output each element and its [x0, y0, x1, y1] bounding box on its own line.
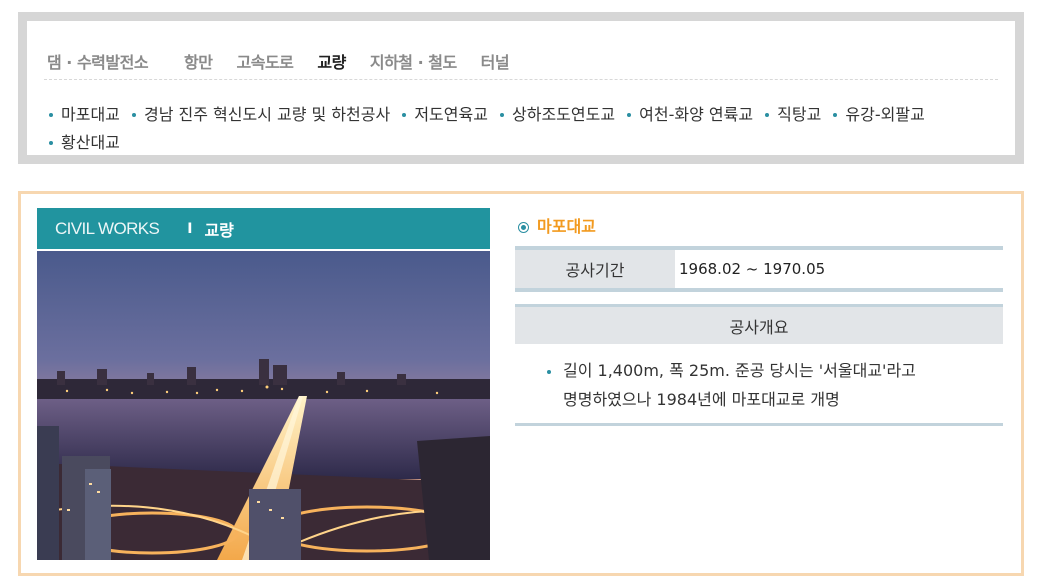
banner-subtitle: 교량 [204, 220, 234, 240]
bullet-icon [131, 112, 136, 117]
overview-line-2: 명명하였으나 1984년에 마포대교로 개명 [563, 390, 840, 409]
tab-highway[interactable]: 고속도로 [237, 49, 294, 73]
construction-period-row: 공사기간 1968.02 ~ 1970.05 [515, 246, 1003, 292]
bullet-icon [547, 370, 551, 374]
banner-title: CIVIL WORKS [55, 218, 160, 238]
bullet-icon [49, 112, 53, 117]
category-tabs: 댐 · 수력발전소 항만 고속도로 교량 지하철 · 철도 터널 [47, 49, 533, 73]
bullet-icon [500, 112, 505, 117]
tab-bridge[interactable]: 교량 [317, 49, 346, 73]
project-info-panel: 마포대교 공사기간 1968.02 ~ 1970.05 공사개요 길이 1,40… [515, 214, 1003, 426]
tab-divider [44, 79, 998, 80]
bullet-icon [765, 112, 770, 117]
project-link-jinju[interactable]: 경남 진주 혁신도시 교량 및 하천공사 [131, 101, 390, 129]
period-label: 공사기간 [515, 250, 675, 288]
tab-dam-hydro[interactable]: 댐 · 수력발전소 [47, 49, 149, 73]
project-link-jeodo[interactable]: 저도연육교 [402, 101, 488, 129]
project-title: 마포대교 [537, 217, 596, 236]
tab-port[interactable]: 항만 [184, 49, 213, 73]
project-detail-box: CIVIL WORKS I 교량 마포대교 공사기간 1968.02 ~ 197… [18, 191, 1024, 576]
banner-separator: I [187, 220, 193, 237]
overview-line-1: 길이 1,400m, 폭 25m. 준공 당시는 '서울대교'라고 [563, 361, 916, 380]
period-value: 1968.02 ~ 1970.05 [679, 260, 826, 278]
tab-subway-railway[interactable]: 지하철 · 철도 [370, 49, 457, 73]
bullet-icon [402, 112, 407, 117]
project-link-jiktang[interactable]: 직탕교 [765, 101, 821, 129]
project-link-mapo[interactable]: 마포대교 [49, 101, 120, 129]
project-link-yugang-oepal[interactable]: 유강-외팔교 [833, 101, 925, 129]
bridge-photo [37, 251, 490, 560]
tab-tunnel[interactable]: 터널 [481, 49, 510, 73]
overview-header: 공사개요 [515, 304, 1003, 344]
overview-content: 길이 1,400m, 폭 25m. 준공 당시는 '서울대교'라고 명명하였으나… [515, 344, 1003, 426]
project-link-yeocheon-hwayang[interactable]: 여천-화양 연륙교 [627, 101, 753, 129]
bullet-icon [49, 140, 53, 145]
bullet-icon [833, 112, 838, 117]
project-title-row: 마포대교 [515, 214, 1003, 236]
project-link-sangha-jodo[interactable]: 상하조도연도교 [500, 101, 615, 129]
bullet-icon [627, 112, 632, 117]
project-link-hwangsan[interactable]: 황산대교 [49, 129, 120, 157]
section-banner: CIVIL WORKS I 교량 [37, 208, 490, 249]
target-bullet-icon [518, 221, 529, 233]
project-link-list: 마포대교 경남 진주 혁신도시 교량 및 하천공사 저도연육교 상하조도연도교 … [49, 101, 995, 157]
category-box: 댐 · 수력발전소 항만 고속도로 교량 지하철 · 철도 터널 마포대교 경남… [18, 12, 1024, 164]
